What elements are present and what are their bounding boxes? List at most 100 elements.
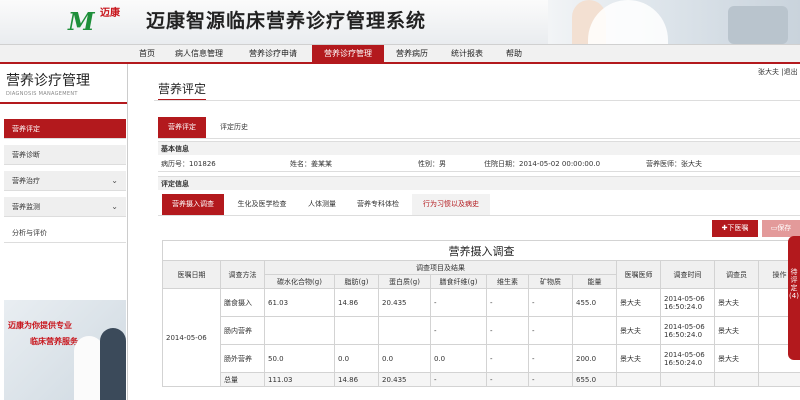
tab-biochemistry[interactable]: 生化及医学检查 xyxy=(230,194,294,215)
col-order-date: 医嘱日期 xyxy=(162,260,221,289)
method-cell: 肠外营养 xyxy=(220,344,265,373)
surveyor-cell xyxy=(714,372,759,387)
col-doctor: 医嘱医师 xyxy=(616,260,661,289)
page-title: 营养评定 xyxy=(158,82,207,101)
tab-physical-exam[interactable]: 营养专科体检 xyxy=(350,194,406,215)
value-cell xyxy=(334,316,379,345)
value-cell: - xyxy=(430,316,487,345)
value-cell: 50.0 xyxy=(264,344,335,373)
tab-assessment[interactable]: 营养评定 xyxy=(158,117,206,138)
nav-item-records[interactable]: 营养病历 xyxy=(388,45,436,63)
col-carbs: 碳水化合物(g) xyxy=(264,274,335,289)
method-cell: 总量 xyxy=(220,372,265,387)
nav-item-patients[interactable]: 病人信息管理 xyxy=(166,45,232,63)
value-cell: 655.0 xyxy=(572,372,617,387)
chevron-down-icon: ⌄ xyxy=(111,176,118,185)
table-row: 肠外营养 50.0 0.0 0.0 0.0 - - 200.0 景大夫 2014… xyxy=(163,344,800,373)
value-cell: - xyxy=(528,344,573,373)
col-fat: 脂肪(g) xyxy=(334,274,379,289)
sidebar: 营养诊疗管理 DIAGNOSIS MANAGEMENT 营养评定 营养诊断 营养… xyxy=(0,64,128,400)
value-cell: - xyxy=(430,288,487,317)
value-cell: 111.03 xyxy=(264,372,335,387)
nav-item-management[interactable]: 营养诊疗管理 xyxy=(312,45,384,63)
evaluation-heading: 评定信息 xyxy=(158,176,800,190)
col-energy: 能量 xyxy=(572,274,617,289)
value-cell: - xyxy=(528,288,573,317)
col-surveyor: 调查员 xyxy=(714,260,759,289)
promo-figure-patient xyxy=(100,328,126,400)
tab-anthropometry[interactable]: 人体测量 xyxy=(300,194,344,215)
value-cell: 0.0 xyxy=(430,344,487,373)
nav-item-help[interactable]: 帮助 xyxy=(498,45,530,63)
promo-banner: 迈康为你提供专业 临床营养服务 xyxy=(4,300,126,400)
banner-equipment xyxy=(728,6,788,44)
method-cell: 膳食摄入 xyxy=(220,288,265,317)
table-row: 肠内营养 - - - 景大夫 2014-05-06 16:50:24.0 景大夫 xyxy=(163,316,800,345)
promo-line-1: 迈康为你提供专业 xyxy=(8,321,72,330)
title-divider xyxy=(154,100,800,101)
table-row: 2014-05-06 膳食摄入 61.03 14.86 20.435 - - -… xyxy=(162,288,800,387)
user-logout-link[interactable]: 张大夫 |退出 xyxy=(758,67,798,77)
pending-assessment-tab[interactable]: 待评定(4) xyxy=(788,236,800,360)
value-cell: 0.0 xyxy=(378,344,431,373)
col-items: 调查项目及结果 xyxy=(264,260,617,275)
tab-habits-history[interactable]: 行为习惯以及病史 xyxy=(412,194,490,215)
time-cell xyxy=(660,372,715,387)
sidebar-item-treatment[interactable]: 营养治疗 ⌄ xyxy=(4,171,126,191)
doctor-cell: 景大夫 xyxy=(616,316,661,345)
tab-history[interactable]: 评定历史 xyxy=(210,117,258,138)
system-title: 迈康智源临床营养诊疗管理系统 xyxy=(146,10,427,32)
surveyor-cell: 景大夫 xyxy=(714,288,759,317)
value-cell: 455.0 xyxy=(572,288,617,317)
tab-intake-survey[interactable]: 营养摄入调查 xyxy=(162,194,224,215)
sidebar-item-label: 分析与评价 xyxy=(12,229,47,237)
value-cell: 0.0 xyxy=(334,344,379,373)
sidebar-item-label: 营养治疗 xyxy=(12,177,40,185)
logo[interactable]: M 迈康 xyxy=(68,8,134,36)
table-title: 营养摄入调查 xyxy=(161,240,800,261)
nav-item-application[interactable]: 营养诊疗申请 xyxy=(240,45,306,63)
time-cell: 2014-05-06 16:50:24.0 xyxy=(660,344,715,373)
value-cell xyxy=(264,316,335,345)
surveyor-cell: 景大夫 xyxy=(714,316,759,345)
add-order-button[interactable]: ✚下医嘱 xyxy=(712,220,758,237)
sidebar-divider xyxy=(0,102,127,104)
col-vitamin: 维生素 xyxy=(486,274,529,289)
nav-item-reports[interactable]: 统计报表 xyxy=(442,45,492,63)
intake-survey-table: 营养摄入调查 医嘱日期 调查方法 调查项目及结果 医嘱医师 调查时间 调查员 操… xyxy=(161,240,800,387)
sidebar-item-label: 营养监测 xyxy=(12,203,40,211)
value-cell: 200.0 xyxy=(572,344,617,373)
value-cell: 14.86 xyxy=(334,288,379,317)
nav-item-home[interactable]: 首页 xyxy=(132,45,162,63)
time-cell: 2014-05-06 16:50:24.0 xyxy=(660,288,715,317)
col-method: 调查方法 xyxy=(220,260,265,289)
sidebar-subtitle: DIAGNOSIS MANAGEMENT xyxy=(6,91,78,97)
time-cell: 2014-05-06 16:50:24.0 xyxy=(660,316,715,345)
value-cell: - xyxy=(486,288,529,317)
value-cell: - xyxy=(486,316,529,345)
patient-gender: 性别：男 xyxy=(418,160,446,168)
basic-info-row: 病历号：101826 姓名：姜某某 性别：男 住院日期：2014-05-02 0… xyxy=(158,156,800,172)
value-cell: 14.86 xyxy=(334,372,379,387)
sidebar-item-assessment[interactable]: 营养评定 xyxy=(4,119,126,139)
sidebar-item-monitoring[interactable]: 营养监测 ⌄ xyxy=(4,197,126,217)
logo-brand: 迈康 xyxy=(100,8,120,19)
value-cell xyxy=(572,316,617,345)
value-cell: 20.435 xyxy=(378,372,431,387)
value-cell: - xyxy=(528,372,573,387)
sidebar-item-analysis[interactable]: 分析与评价 xyxy=(4,223,126,243)
record-number: 病历号：101826 xyxy=(161,160,216,168)
sidebar-title: 营养诊疗管理 xyxy=(6,73,90,89)
logo-glyph: M xyxy=(68,7,95,36)
save-button[interactable]: ▭保存 xyxy=(762,220,800,237)
table-row-total: 总量 111.03 14.86 20.435 - - - 655.0 xyxy=(162,372,800,387)
method-cell: 肠内营养 xyxy=(220,316,265,345)
sidebar-item-diagnosis[interactable]: 营养诊断 xyxy=(4,145,126,165)
doctor-cell xyxy=(616,372,661,387)
sidebar-item-label: 营养诊断 xyxy=(12,151,40,159)
chevron-down-icon: ⌄ xyxy=(111,202,118,211)
value-cell: - xyxy=(486,344,529,373)
operation-cell xyxy=(757,372,800,387)
col-fiber: 膳食纤维(g) xyxy=(430,274,487,289)
sidebar-item-label: 营养评定 xyxy=(12,125,40,133)
